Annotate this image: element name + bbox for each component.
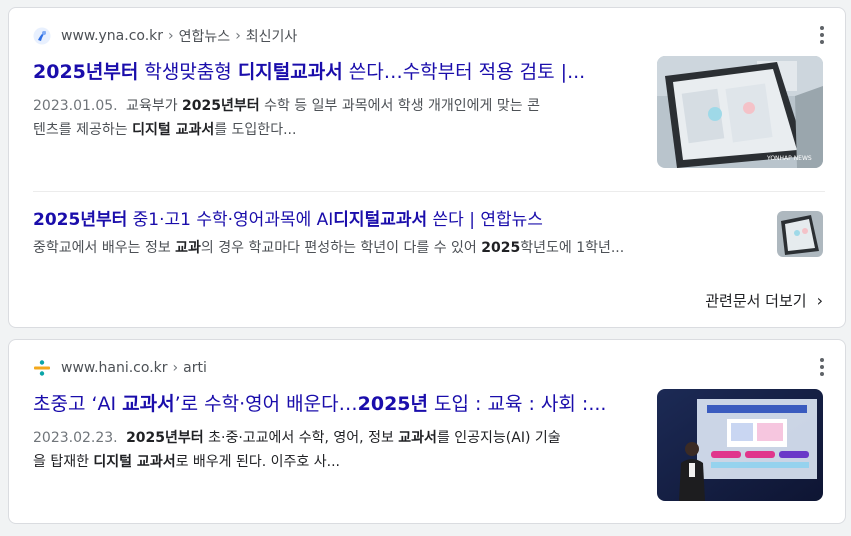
snippet-bold: 교과: [175, 240, 201, 256]
svg-text:YONHAP NEWS: YONHAP NEWS: [766, 155, 812, 162]
sub-result-snippet: 중학교에서 배우는 정보 교과의 경우 학교마다 편성하는 학년이 다를 수 있…: [33, 236, 753, 260]
snippet-text: 로 배우게 된다. 이주호 사...: [175, 454, 340, 470]
title-text: 초중고 ‘AI: [33, 393, 123, 415]
result-thumbnail[interactable]: YONHAP NEWS: [657, 56, 823, 168]
search-result-card: www.hani.co.kr › arti 초중고 ‘AI 교과서’로 수학·영…: [8, 339, 846, 524]
result-date: 2023.02.23.: [33, 430, 118, 446]
title-text: 중1·고1 수학·영어과목에 AI: [127, 210, 334, 230]
yna-favicon-icon: [33, 27, 51, 45]
snippet-text: 중학교에서 배우는 정보: [33, 240, 176, 256]
breadcrumb-separator: ›: [235, 28, 241, 44]
search-result-card: www.yna.co.kr › 연합뉴스 › 최신기사 2025년부터 학생맞춤…: [8, 7, 846, 328]
result-snippet: 2023.01.05. 교육부가 2025년부터 수학 등 일부 과목에서 학생…: [33, 94, 633, 142]
snippet-bold: 2025년부터: [182, 98, 260, 114]
snippet-bold: 디지털 교과서: [132, 122, 215, 138]
snippet-bold: 2025년부터: [126, 430, 204, 446]
snippet-text: 학년도에 1학년...: [520, 240, 625, 256]
title-text: 학생맞춤형: [138, 61, 238, 83]
divider: [33, 191, 825, 192]
breadcrumb-separator: ›: [172, 360, 179, 376]
title-bold: 2025년: [357, 393, 428, 415]
result-source[interactable]: www.yna.co.kr › 연합뉴스 › 최신기사: [33, 25, 297, 47]
sub-result-title-link[interactable]: 2025년부터 중1·고1 수학·영어과목에 AI디지털교과서 쓴다 | 연합뉴…: [33, 208, 753, 232]
title-bold: 2025년부터: [33, 61, 139, 83]
title-bold: 교과서: [122, 393, 175, 415]
snippet-text: 텐츠를 제공하는: [33, 122, 133, 138]
result-snippet: 2023.02.23. 2025년부터 초·중·고교에서 수학, 영어, 정보 …: [33, 426, 633, 474]
result-title-link[interactable]: 2025년부터 학생맞춤형 디지털교과서 쓴다…수학부터 적용 검토 |...: [33, 59, 633, 85]
title-text: 쓴다…수학부터 적용 검토 |...: [342, 61, 586, 83]
snippet-text: 를 도입한다...: [214, 122, 297, 138]
snippet-text: 교육부가: [121, 98, 183, 114]
related-more-link[interactable]: 관련문서 더보기 ›: [705, 290, 823, 311]
tablet-thumbnail-icon: [777, 211, 823, 257]
presenter-photo-icon: [657, 389, 823, 501]
more-link-label: 관련문서 더보기: [705, 292, 807, 310]
source-path: arti: [183, 360, 207, 376]
snippet-text: 의 경우 학교마다 편성하는 학년이 다를 수 있어: [200, 240, 482, 256]
chevron-right-icon: ›: [816, 291, 823, 310]
sub-result-thumbnail[interactable]: [777, 211, 823, 257]
result-date: 2023.01.05.: [33, 98, 118, 114]
tablet-photo-icon: YONHAP NEWS: [657, 56, 823, 168]
snippet-text: 초·중·고교에서 수학, 영어, 정보: [203, 430, 399, 446]
source-path: 최신기사: [245, 29, 298, 45]
source-domain: www.yna.co.kr: [61, 28, 164, 44]
title-text: ’로 수학·영어 배운다…: [174, 393, 358, 415]
result-thumbnail[interactable]: [657, 389, 823, 501]
title-bold: 디지털교과서: [333, 210, 428, 230]
title-text: 도입 : 교육 : 사회 :...: [428, 393, 607, 415]
source-path: 연합뉴스: [178, 29, 231, 45]
breadcrumb-separator: ›: [168, 28, 174, 44]
more-options-icon[interactable]: [819, 25, 825, 45]
snippet-bold: 교과서: [398, 430, 437, 446]
source-domain: www.hani.co.kr: [61, 360, 168, 376]
snippet-bold: 2025: [481, 240, 521, 256]
hani-favicon-icon: [33, 359, 51, 377]
snippet-text: 수학 등 일부 과목에서 학생 개개인에게 맞는 콘: [259, 98, 540, 114]
snippet-bold: 디지털 교과서: [93, 454, 176, 470]
result-source[interactable]: www.hani.co.kr › arti: [33, 357, 207, 379]
more-options-icon[interactable]: [819, 357, 825, 377]
snippet-text: 를 인공지능(AI) 기술: [436, 430, 561, 446]
title-text: 쓴다 | 연합뉴스: [427, 210, 543, 230]
title-bold: 디지털교과서: [237, 61, 343, 83]
result-title-link[interactable]: 초중고 ‘AI 교과서’로 수학·영어 배운다…2025년 도입 : 교육 : …: [33, 391, 633, 417]
snippet-text: 을 탑재한: [33, 454, 94, 470]
title-bold: 2025년부터: [33, 210, 128, 230]
